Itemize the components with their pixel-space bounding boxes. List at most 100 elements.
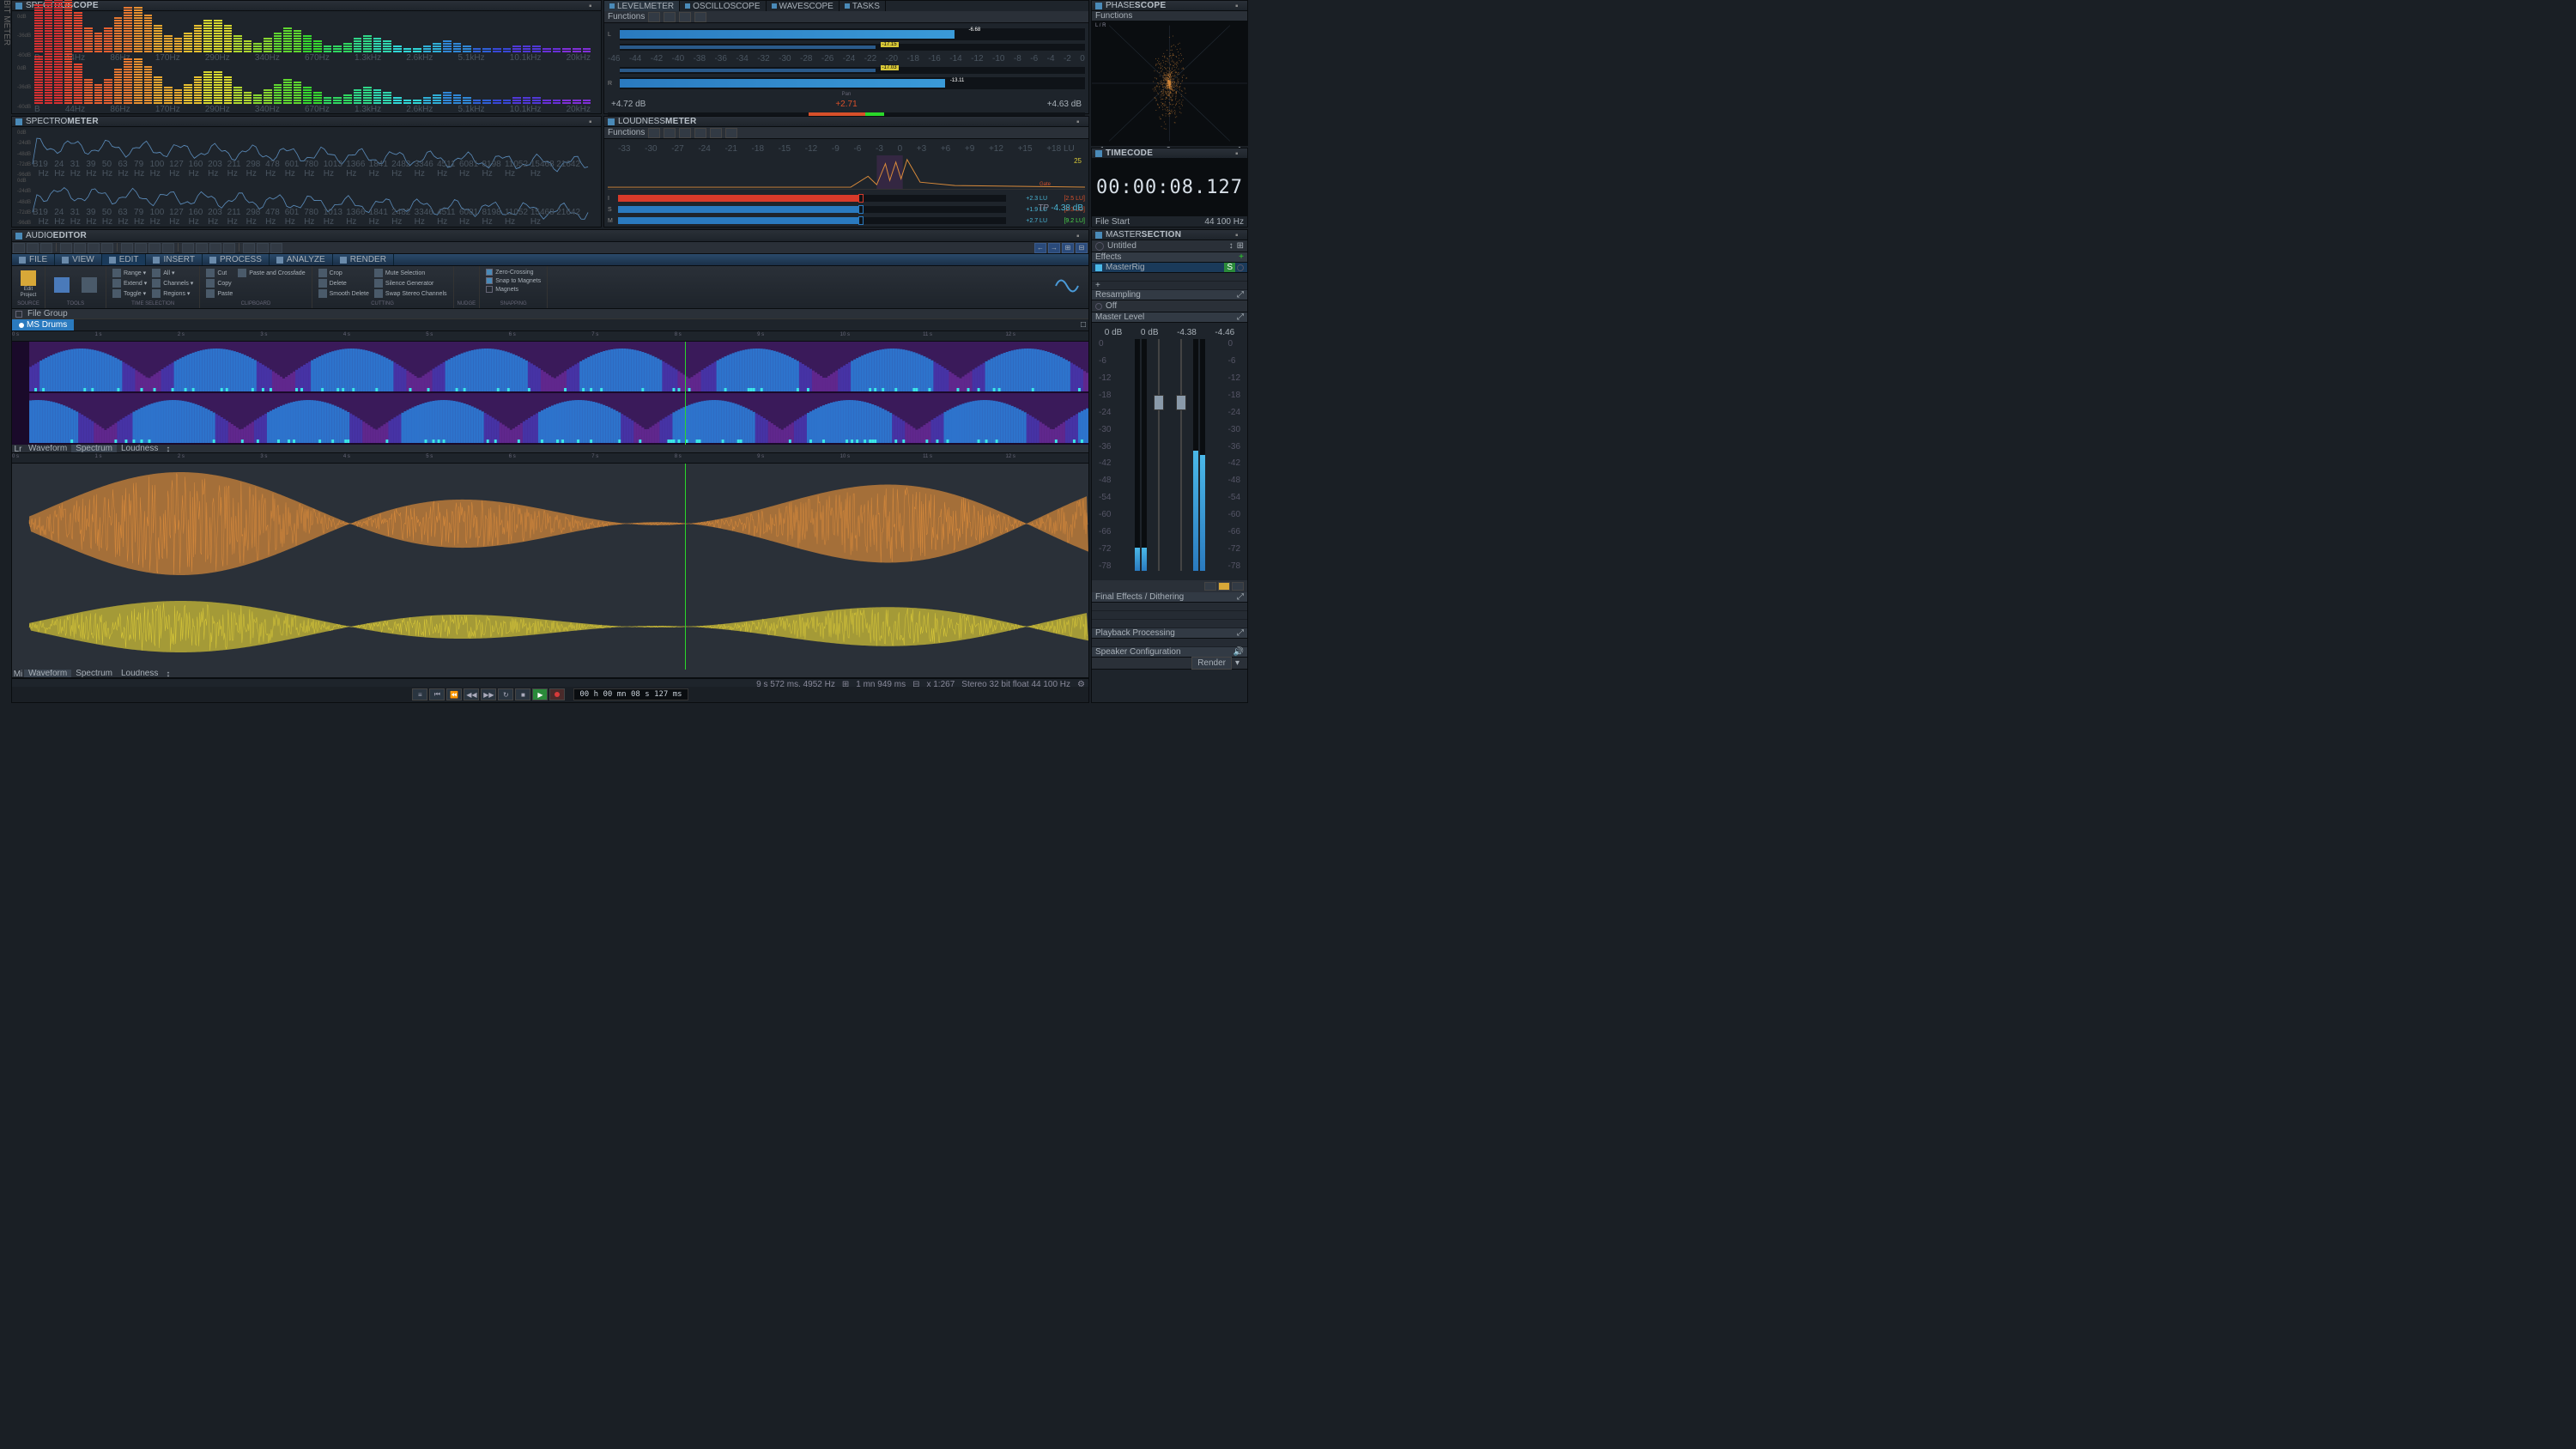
play-button[interactable]: ▶ — [532, 688, 548, 700]
toolbar-button[interactable] — [88, 243, 100, 253]
toolbar-button[interactable] — [209, 243, 221, 253]
tab-levelmeter[interactable]: LEVELMETER — [604, 1, 680, 11]
toolbar-button[interactable] — [243, 243, 255, 253]
master-level-header[interactable]: Master Level⤢ — [1092, 312, 1247, 323]
functions-menu[interactable]: Functions — [608, 12, 645, 21]
tab-waveform[interactable]: Waveform — [24, 670, 71, 677]
cut-button[interactable]: Cut — [203, 268, 235, 278]
toolbar-button[interactable] — [694, 12, 706, 22]
effect-slot[interactable] — [1092, 273, 1247, 282]
channels-button[interactable]: Channels ▾ — [149, 278, 196, 288]
waveform-view-top[interactable] — [12, 464, 1088, 584]
expand-icon[interactable]: ⤢ — [1237, 628, 1244, 638]
resampling-row[interactable]: Off — [1092, 300, 1247, 312]
ribbon-tab-analyze[interactable]: ANALYZE — [270, 254, 333, 265]
nav-button[interactable]: → — [1048, 243, 1060, 253]
tab-waveform[interactable]: Waveform — [24, 445, 71, 452]
collapse-icon[interactable]: ▪ — [1235, 149, 1244, 158]
paste-button[interactable]: Paste — [203, 288, 235, 299]
tab-spectrum[interactable]: Spectrum — [71, 670, 117, 677]
tab-tasks[interactable]: TASKS — [839, 1, 886, 11]
extend-button[interactable]: Extend ▾ — [110, 278, 149, 288]
toolbar-button[interactable] — [648, 12, 660, 22]
tab-spectrum[interactable]: Spectrum — [71, 445, 117, 452]
mute-selection-button[interactable]: Mute Selection — [372, 268, 450, 278]
panel-header[interactable]: SPECTROSCOPE ▪ — [12, 1, 601, 11]
edit-project-button[interactable]: EditProject — [15, 268, 41, 301]
fader-left[interactable] — [1154, 339, 1164, 571]
collapse-icon[interactable]: ▪ — [1235, 2, 1244, 10]
snap-to-magnets-option[interactable]: Snap to Magnets — [483, 276, 543, 285]
spectrogram-view[interactable] — [12, 342, 1088, 445]
smooth-delete-button[interactable]: Smooth Delete — [316, 288, 372, 299]
swap-stereo-channels-button[interactable]: Swap Stereo Channels — [372, 288, 450, 299]
toolbar-button[interactable] — [135, 243, 147, 253]
file-tab[interactable]: MS Drums — [12, 319, 74, 330]
collapse-icon[interactable]: ▪ — [1235, 231, 1244, 239]
fader-right[interactable] — [1176, 339, 1186, 571]
expand-icon[interactable]: ⤢ — [1237, 290, 1244, 300]
timecode-display[interactable]: 00:00:08.127 — [1092, 159, 1247, 216]
tool-button[interactable] — [76, 268, 102, 301]
toolbar-button[interactable] — [60, 243, 72, 253]
ribbon-tab-view[interactable]: VIEW — [55, 254, 102, 265]
tab-oscilloscope[interactable]: OSCILLOSCOPE — [680, 1, 766, 11]
ribbon-tab-insert[interactable]: INSERT — [146, 254, 203, 265]
forward-button[interactable]: ▶▶ — [481, 688, 496, 700]
nav-button[interactable]: ← — [1034, 243, 1046, 253]
nav-button[interactable]: ⊞ — [1062, 243, 1074, 253]
stop-button[interactable]: ■ — [515, 688, 530, 700]
add-icon[interactable]: + — [1095, 281, 1100, 290]
ribbon-tab-edit[interactable]: EDIT — [102, 254, 147, 265]
toolbar-button[interactable] — [725, 128, 737, 138]
toolbar-button[interactable] — [679, 128, 691, 138]
effects-header[interactable]: Effects+ — [1092, 252, 1247, 263]
delete-button[interactable]: Delete — [316, 278, 372, 288]
sidebar-tab[interactable]: BIT METER — [0, 0, 11, 45]
toolbar-button[interactable] — [710, 128, 722, 138]
toolbar-button[interactable] — [664, 12, 676, 22]
render-button[interactable]: Render — [1191, 657, 1232, 670]
panel-header[interactable]: MASTERSECTION ▪ — [1092, 230, 1247, 240]
power-icon[interactable] — [1095, 242, 1104, 251]
collapse-icon[interactable]: ▪ — [589, 118, 597, 126]
panel-header[interactable]: PHASESCOPE ▪ — [1092, 1, 1247, 11]
paste-and-crossfade-button[interactable]: Paste and Crossfade — [235, 268, 307, 278]
transport-options[interactable]: ≡ — [412, 688, 427, 700]
expand-icon[interactable]: ⤢ — [1237, 592, 1244, 602]
toolbar-button[interactable] — [664, 128, 676, 138]
final-effects-header[interactable]: Final Effects / Dithering⤢ — [1092, 592, 1247, 603]
tab-wavescope[interactable]: WAVESCOPE — [767, 1, 839, 11]
preset-button[interactable]: ⊞ — [1237, 241, 1244, 251]
view-options-icon[interactable]: ↕ — [162, 445, 173, 452]
toolbar-button[interactable] — [648, 128, 660, 138]
collapse-icon[interactable]: ▪ — [1076, 118, 1085, 126]
ribbon-tab-file[interactable]: FILE — [12, 254, 55, 265]
toolbar-button[interactable] — [27, 243, 39, 253]
toolbar-button[interactable] — [13, 243, 25, 253]
tab-options[interactable]: □ — [1078, 319, 1088, 330]
record-button[interactable] — [549, 688, 565, 700]
speaker-icon[interactable]: 🔊 — [1233, 647, 1244, 657]
zero-crossing-option[interactable]: Zero-Crossing — [483, 268, 543, 276]
preset-button[interactable]: ↕ — [1229, 241, 1233, 251]
range-button[interactable]: Range ▾ — [110, 268, 149, 278]
toolbar-button[interactable] — [40, 243, 52, 253]
panel-header[interactable]: LOUDNESSMETER ▪ — [604, 117, 1088, 127]
tab-loudness[interactable]: Loudness — [117, 670, 162, 677]
transport-time[interactable]: 00 h 00 mn 08 s 127 ms — [573, 688, 688, 700]
panel-header[interactable]: TIMECODE▪ — [1092, 149, 1247, 159]
file-group-bar[interactable]: File Group — [12, 309, 1088, 319]
resampling-header[interactable]: Resampling⤢ — [1092, 290, 1247, 300]
skip-prev-button[interactable]: ⏪ — [446, 688, 462, 700]
toolbar-button[interactable] — [257, 243, 269, 253]
functions-menu[interactable]: Functions — [1095, 11, 1132, 21]
functions-menu[interactable]: Functions — [608, 128, 645, 137]
lock-button[interactable] — [1218, 582, 1230, 591]
rewind-button[interactable]: ◀◀ — [464, 688, 479, 700]
preset-row[interactable]: Untitled ↕ ⊞ — [1092, 240, 1247, 252]
skip-start-button[interactable]: ⏮ — [429, 688, 445, 700]
toolbar-button[interactable] — [121, 243, 133, 253]
all-button[interactable]: All ▾ — [149, 268, 196, 278]
panel-header[interactable]: SPECTROMETER ▪ — [12, 117, 601, 127]
